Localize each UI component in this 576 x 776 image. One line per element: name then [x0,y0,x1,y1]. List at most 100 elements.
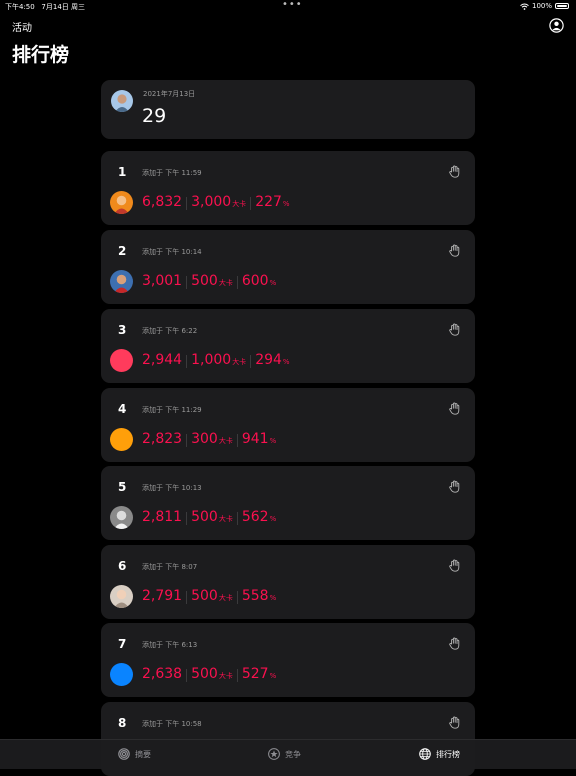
percent-unit: % [269,672,277,680]
percent-unit: % [269,279,277,287]
status-time: 下午4:50 7月14日 周三 [5,3,86,11]
divider [236,668,238,682]
calories-unit: 大卡 [218,437,233,445]
activity-rings-icon [118,748,130,760]
status-bar: 下午4:50 7月14日 周三 ••• 100% [0,0,576,12]
wifi-icon [520,3,529,10]
rank-number: 3 [118,323,127,337]
calories-unit: 大卡 [218,594,233,602]
rank-number: 1 [118,165,127,179]
calories-value: 1,000 [191,352,232,368]
calories-value: 500 [191,273,218,289]
hand-wave-icon[interactable] [449,402,460,415]
activity-metrics: 2,638 500 大卡 527% [142,666,276,684]
percent-value: 941 [241,431,269,447]
tab-competition[interactable]: 竞争 [268,748,301,760]
calories-unit: 大卡 [218,515,233,523]
calories-value: 3,000 [191,194,232,210]
points-value: 6,832 [142,194,183,210]
activity-metrics: 2,944 1,000 大卡 294% [142,352,290,370]
rank-number: 4 [118,402,127,416]
leaderboard-entry[interactable]: 7 添加于 下午 6:13 2,638 500 大卡 527% [101,623,475,697]
hand-wave-icon[interactable] [449,165,460,178]
divider [236,511,238,525]
percent-value: 600 [241,273,269,289]
added-time: 添加于 下午 11:29 [142,406,202,414]
calories-unit: 大卡 [232,358,247,366]
page-title: 排行榜 [12,44,70,66]
activity-metrics: 2,823 300 大卡 941% [142,431,276,449]
hand-wave-icon[interactable] [449,323,460,336]
profile-icon[interactable] [549,18,564,33]
avatar [110,349,133,372]
rank-number: 2 [118,244,127,258]
percent-value: 558 [241,588,269,604]
divider [186,354,188,368]
divider [236,275,238,289]
activity-metrics: 3,001 500 大卡 600% [142,273,276,291]
avatar [110,191,133,214]
added-time: 添加于 下午 6:13 [142,641,198,649]
hand-wave-icon[interactable] [449,559,460,572]
calories-value: 500 [191,588,218,604]
points-value: 2,823 [142,431,183,447]
calories-value: 500 [191,509,218,525]
calories-unit: 大卡 [218,672,233,680]
tab-bar: 摘要 竞争 排行榜 [0,739,576,769]
avatar [110,428,133,451]
hand-wave-icon[interactable] [449,637,460,650]
leaderboard-entry[interactable]: 4 添加于 下午 11:29 2,823 300 大卡 941% [101,388,475,462]
percent-unit: % [269,437,277,445]
points-value: 2,944 [142,352,183,368]
back-link[interactable]: 活动 [12,19,32,34]
globe-icon [419,748,431,760]
hand-wave-icon[interactable] [449,716,460,729]
rank-number: 5 [118,480,127,494]
star-badge-icon [268,748,280,760]
status-right: 100% [520,2,569,10]
calories-unit: 大卡 [218,279,233,287]
rank-number: 8 [118,716,127,730]
points-value: 3,001 [142,273,183,289]
leaderboard-entry[interactable]: 1 添加于 下午 11:59 6,832 3,000 大卡 227% [101,151,475,225]
activity-metrics: 2,811 500 大卡 562% [142,509,276,527]
avatar [110,270,133,293]
hand-wave-icon[interactable] [449,480,460,493]
hand-wave-icon[interactable] [449,244,460,257]
calories-value: 500 [191,666,218,682]
percent-value: 562 [241,509,269,525]
leaderboard-entry[interactable]: 2 添加于 下午 10:14 3,001 500 大卡 600% [101,230,475,304]
activity-metrics: 6,832 3,000 大卡 227% [142,194,290,212]
added-time: 添加于 下午 11:59 [142,169,202,177]
avatar [110,506,133,529]
rank-number: 7 [118,637,127,651]
points-value: 2,811 [142,509,183,525]
added-time: 添加于 下午 10:13 [142,484,202,492]
points-value: 2,638 [142,666,183,682]
points-value: 2,791 [142,588,183,604]
percent-unit: % [282,200,290,208]
divider [250,354,252,368]
divider [186,275,188,289]
tab-label: 排行榜 [436,749,460,759]
added-time: 添加于 下午 8:07 [142,563,198,571]
leaderboard-entry[interactable]: 5 添加于 下午 10:13 2,811 500 大卡 562% [101,466,475,540]
rank-number: 6 [118,559,127,573]
percent-value: 227 [255,194,282,210]
leaderboard-entry[interactable]: 3 添加于 下午 6:22 2,944 1,000 大卡 294% [101,309,475,383]
battery-percent: 100% [531,2,552,10]
percent-value: 294 [255,352,282,368]
avatar [110,585,133,608]
divider [186,668,188,682]
tab-summary[interactable]: 摘要 [118,748,151,760]
tab-label: 摘要 [135,749,151,759]
percent-unit: % [282,358,290,366]
avatar [111,90,133,112]
battery-icon [555,3,569,9]
tab-leaderboard[interactable]: 排行榜 [419,748,460,760]
added-time: 添加于 下午 10:14 [142,248,202,256]
percent-value: 527 [241,666,269,682]
leaderboard-entry[interactable]: 6 添加于 下午 8:07 2,791 500 大卡 558% [101,545,475,619]
multitasking-dots-icon[interactable]: ••• [282,0,303,10]
activity-metrics: 2,791 500 大卡 558% [142,588,276,606]
